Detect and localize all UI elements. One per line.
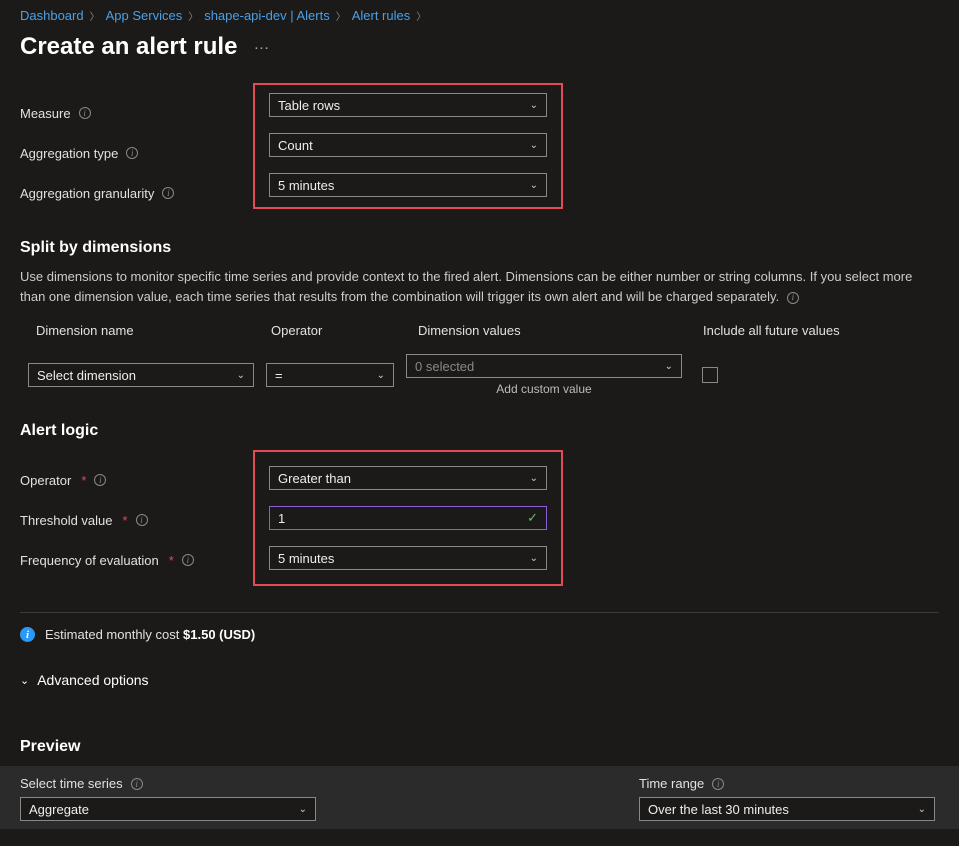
dimension-column-headers: Dimension name Operator Dimension values…	[20, 323, 939, 338]
threshold-label: Threshold value*	[20, 508, 194, 532]
split-dimensions-description: Use dimensions to monitor specific time …	[20, 267, 939, 307]
alert-logic-heading: Alert logic	[20, 422, 939, 440]
operator-label: Operator*	[20, 468, 194, 492]
info-icon[interactable]	[182, 554, 194, 566]
frequency-dropdown[interactable]: 5 minutes⌄	[269, 546, 547, 570]
chevron-down-icon: ⌄	[530, 473, 538, 484]
include-future-checkbox[interactable]	[702, 367, 718, 383]
breadcrumb-resource-alerts[interactable]: shape-api-dev | Alerts	[204, 8, 330, 23]
time-series-label: Select time series	[20, 776, 599, 791]
chevron-down-icon: ⌄	[237, 370, 245, 381]
info-icon[interactable]	[131, 778, 143, 790]
advanced-options-toggle[interactable]: ⌄ Advanced options	[20, 672, 939, 688]
info-icon[interactable]	[94, 474, 106, 486]
info-icon[interactable]	[136, 514, 148, 526]
dimension-values-dropdown[interactable]: 0 selected⌄	[406, 354, 682, 378]
chevron-down-icon: ⌄	[530, 100, 538, 111]
preview-panel: Select time series Aggregate⌄ Time range…	[0, 766, 959, 829]
frequency-label: Frequency of evaluation*	[20, 548, 194, 572]
chevron-down-icon: ⌄	[918, 804, 926, 815]
time-range-dropdown[interactable]: Over the last 30 minutes⌄	[639, 797, 935, 821]
measure-label: Measure	[20, 101, 174, 125]
chevron-right-icon: 〉	[416, 8, 426, 23]
chevron-right-icon: 〉	[336, 8, 346, 23]
info-icon[interactable]	[787, 292, 799, 304]
preview-heading: Preview	[20, 738, 939, 756]
breadcrumb: Dashboard 〉 App Services 〉 shape-api-dev…	[20, 8, 939, 23]
aggregation-granularity-label: Aggregation granularity	[20, 181, 174, 205]
add-custom-value-link[interactable]: Add custom value	[406, 382, 682, 396]
dimension-name-dropdown[interactable]: Select dimension⌄	[28, 363, 254, 387]
breadcrumb-alert-rules[interactable]: Alert rules	[352, 8, 411, 23]
divider	[20, 612, 939, 613]
dimension-operator-dropdown[interactable]: =⌄	[266, 363, 394, 387]
chevron-right-icon: 〉	[90, 8, 100, 23]
page-title: Create an alert rule	[20, 33, 237, 61]
info-icon[interactable]	[162, 187, 174, 199]
chevron-down-icon: ⌄	[20, 674, 29, 687]
alert-logic-highlight: Greater than⌄ 1✓ 5 minutes⌄	[253, 450, 563, 586]
info-icon[interactable]	[712, 778, 724, 790]
aggregation-type-label: Aggregation type	[20, 141, 174, 165]
column-operator: Operator	[271, 323, 418, 338]
breadcrumb-app-services[interactable]: App Services	[106, 8, 183, 23]
chevron-down-icon: ⌄	[665, 361, 673, 372]
aggregation-granularity-dropdown[interactable]: 5 minutes⌄	[269, 173, 547, 197]
chevron-right-icon: 〉	[188, 8, 198, 23]
info-icon[interactable]	[126, 147, 138, 159]
time-series-dropdown[interactable]: Aggregate⌄	[20, 797, 316, 821]
chevron-down-icon: ⌄	[299, 804, 307, 815]
measure-dropdown[interactable]: Table rows⌄	[269, 93, 547, 117]
cost-value: $1.50 (USD)	[183, 627, 255, 642]
chevron-down-icon: ⌄	[530, 140, 538, 151]
info-icon[interactable]	[79, 107, 91, 119]
estimated-cost: Estimated monthly cost $1.50 (USD)	[20, 627, 939, 642]
split-dimensions-heading: Split by dimensions	[20, 239, 939, 257]
column-include-future: Include all future values	[703, 323, 939, 338]
more-options-icon[interactable]: …	[253, 36, 270, 58]
measure-highlight: Table rows⌄ Count⌄ 5 minutes⌄	[253, 83, 563, 209]
column-dimension-values: Dimension values	[418, 323, 703, 338]
column-dimension-name: Dimension name	[36, 323, 271, 338]
threshold-input[interactable]: 1✓	[269, 506, 547, 530]
dimension-row: Select dimension⌄ =⌄ 0 selected⌄ Add cus…	[20, 354, 939, 396]
check-icon: ✓	[527, 510, 538, 526]
info-icon	[20, 627, 35, 642]
breadcrumb-dashboard[interactable]: Dashboard	[20, 8, 84, 23]
time-range-label: Time range	[639, 776, 939, 791]
operator-dropdown[interactable]: Greater than⌄	[269, 466, 547, 490]
chevron-down-icon: ⌄	[530, 180, 538, 191]
aggregation-type-dropdown[interactable]: Count⌄	[269, 133, 547, 157]
chevron-down-icon: ⌄	[377, 370, 385, 381]
chevron-down-icon: ⌄	[530, 553, 538, 564]
